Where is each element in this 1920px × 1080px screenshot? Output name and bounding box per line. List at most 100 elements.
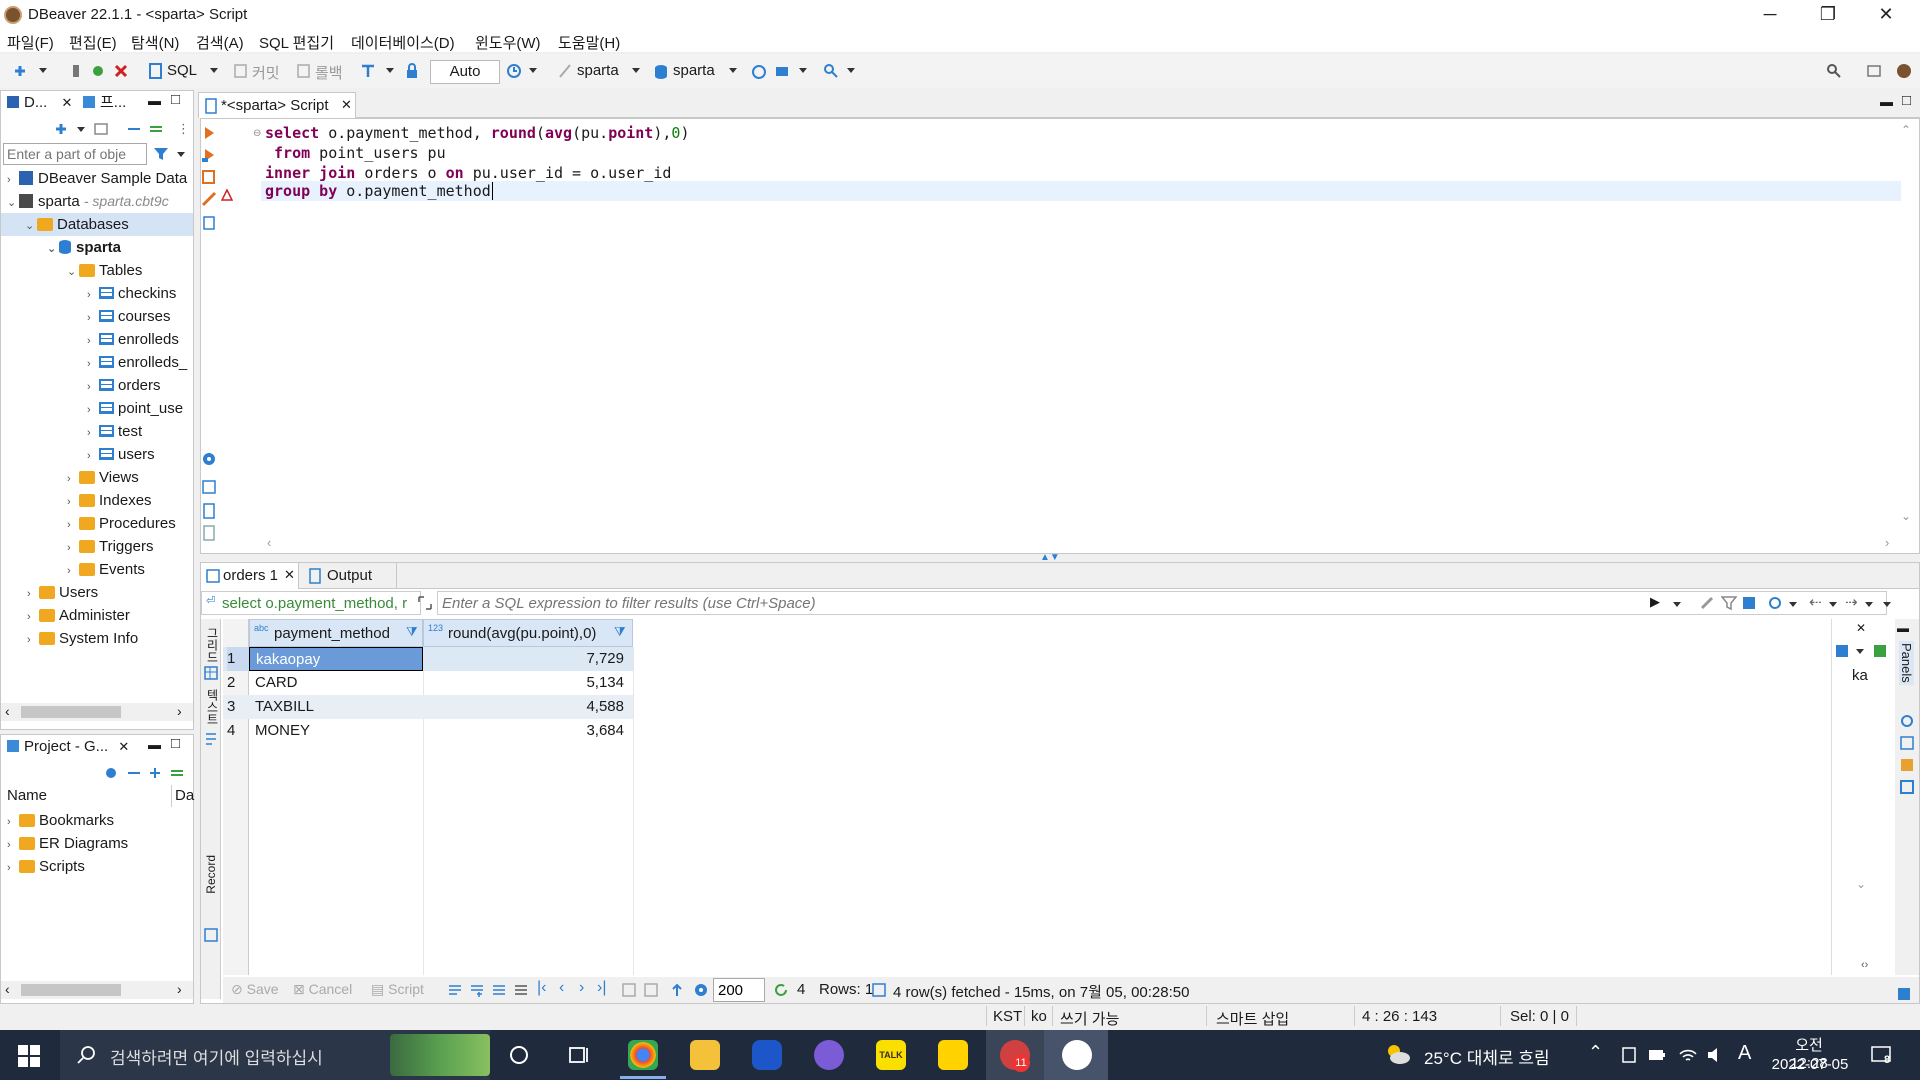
- cell-payment-method[interactable]: CARD: [249, 671, 423, 695]
- cell-payment-method[interactable]: kakaopay: [249, 647, 423, 671]
- script-props-icon[interactable]: [201, 525, 217, 541]
- tree-item-sample-db[interactable]: › DBeaver Sample Data: [7, 167, 187, 190]
- previous-page-icon[interactable]: ‹: [559, 979, 564, 997]
- navigator-horizontal-scrollbar[interactable]: ‹ ›: [1, 703, 193, 721]
- text-view-icon[interactable]: [203, 731, 219, 747]
- load-file-icon[interactable]: [201, 215, 217, 231]
- tree-item-scripts[interactable]: › Scripts: [7, 855, 85, 878]
- new-connection-small-icon[interactable]: [53, 121, 69, 137]
- project-collapse-icon[interactable]: [126, 765, 142, 781]
- column-sort-filter-icon[interactable]: ⧩: [614, 624, 626, 640]
- cell-payment-method[interactable]: MONEY: [249, 719, 423, 743]
- connect-icon[interactable]: [68, 63, 84, 79]
- grid-view-toggle[interactable]: 그리드: [204, 627, 221, 663]
- copy-row-icon[interactable]: [491, 982, 507, 998]
- text-view-toggle[interactable]: 텍스트: [204, 689, 221, 725]
- scroll-up-icon[interactable]: ⌃: [1901, 123, 1911, 137]
- tree-item-sparta-connection[interactable]: ⌄ sparta - sparta.cbt9c: [7, 190, 197, 213]
- close-button[interactable]: ✕: [1857, 0, 1915, 30]
- cell-payment-method[interactable]: TAXBILL: [249, 695, 423, 719]
- chrome-taskbar-icon[interactable]: [628, 1040, 658, 1070]
- results-panel-menu-icon[interactable]: [1896, 986, 1912, 1002]
- expand-icon[interactable]: ›: [87, 284, 99, 307]
- refresh-results-icon[interactable]: [773, 982, 789, 998]
- close-tab-icon[interactable]: ✕: [341, 97, 352, 113]
- tree-item-triggers[interactable]: › Triggers: [67, 535, 153, 558]
- maximize-panel-icon[interactable]: □: [171, 91, 180, 108]
- minimize-editor-icon[interactable]: ▬: [1880, 94, 1893, 109]
- cortana-icon[interactable]: [508, 1044, 530, 1066]
- scroll-left-icon[interactable]: ‹: [267, 535, 271, 550]
- menu-help[interactable]: 도움말(H): [558, 32, 620, 53]
- scroll-right-icon[interactable]: ›: [177, 703, 182, 719]
- filter-dropdown-icon[interactable]: [177, 152, 185, 157]
- last-page-icon[interactable]: ›|: [597, 979, 606, 997]
- collapse-icon[interactable]: ⌄: [47, 238, 59, 261]
- history-dropdown-icon[interactable]: [529, 68, 537, 73]
- dbeaver-perspective-icon[interactable]: [1896, 63, 1912, 79]
- project-link-icon[interactable]: [169, 765, 185, 781]
- view-menu-icon[interactable]: ⋮: [177, 121, 190, 137]
- maximize-button[interactable]: ❐: [1799, 0, 1857, 30]
- expand-icon[interactable]: ›: [67, 514, 79, 537]
- grid-view-icon[interactable]: [203, 665, 219, 681]
- results-settings-icon[interactable]: [693, 982, 709, 998]
- menu-window[interactable]: 윈도우(W): [475, 32, 541, 53]
- tree-item-table-enrolleds-detail[interactable]: › enrolleds_: [87, 351, 187, 374]
- app-taskbar-icon[interactable]: [752, 1040, 782, 1070]
- project-add-icon[interactable]: [147, 765, 163, 781]
- expand-icon[interactable]: ›: [7, 169, 19, 192]
- statistics-icon[interactable]: [871, 982, 887, 998]
- open-perspective-icon[interactable]: [1866, 63, 1882, 79]
- column-header-round-avg[interactable]: 123 round(avg(pu.point),0) ⧩: [423, 619, 633, 647]
- column-sort-filter-icon[interactable]: ⧩: [406, 624, 418, 640]
- expand-icon[interactable]: ›: [67, 537, 79, 560]
- cell-avg-point[interactable]: 7,729: [423, 647, 628, 671]
- transaction-mode-dropdown-icon[interactable]: [386, 68, 394, 73]
- minimize-panels-icon[interactable]: ▬: [1897, 621, 1909, 635]
- sql-dropdown-icon[interactable]: [210, 68, 218, 73]
- taskbar-search-box[interactable]: 검색하려면 여기에 입력하십시: [60, 1030, 490, 1080]
- fetch-size-input[interactable]: [713, 978, 765, 1002]
- filter-history-dropdown-icon[interactable]: [1673, 602, 1681, 607]
- fetch-all-icon[interactable]: [621, 982, 637, 998]
- scrollbar-thumb[interactable]: [21, 706, 121, 718]
- windows-start-icon[interactable]: [18, 1045, 40, 1067]
- close-value-panel-icon[interactable]: ✕: [1856, 621, 1866, 635]
- collapse-frame-icon[interactable]: [93, 121, 109, 137]
- refresh-mode-icon[interactable]: [1767, 595, 1783, 611]
- sql-editor-icon[interactable]: [148, 63, 164, 79]
- tree-item-bookmarks[interactable]: › Bookmarks: [7, 809, 114, 832]
- sticky-notes-taskbar-icon[interactable]: [938, 1040, 968, 1070]
- expand-icon[interactable]: ›: [67, 560, 79, 583]
- tab-database-navigator[interactable]: D... ✕: [1, 91, 75, 115]
- expand-icon[interactable]: ›: [87, 422, 99, 445]
- add-row-icon[interactable]: [469, 982, 485, 998]
- save-results-button[interactable]: ⊘ Save: [231, 981, 279, 998]
- tree-item-table-enrolleds[interactable]: › enrolleds: [87, 328, 179, 351]
- tree-item-events[interactable]: › Events: [67, 558, 145, 581]
- filter-save-icon[interactable]: [1741, 595, 1757, 611]
- minimize-project-panel-icon[interactable]: ▬: [148, 737, 161, 752]
- tree-item-table-test[interactable]: › test: [87, 420, 142, 443]
- datasource-dropdown-icon[interactable]: [632, 68, 640, 73]
- value-viewer-dropdown-icon[interactable]: [1856, 649, 1864, 654]
- menu-sql-editor[interactable]: SQL 편집기: [259, 32, 334, 53]
- panel-metadata-icon[interactable]: [1899, 735, 1915, 751]
- nav-forward-icon[interactable]: ⇢: [1845, 593, 1858, 611]
- expand-icon[interactable]: ›: [87, 330, 99, 353]
- project-settings-icon[interactable]: [103, 765, 119, 781]
- next-page-icon[interactable]: ›: [579, 979, 584, 997]
- save-script-icon[interactable]: [201, 503, 217, 519]
- disconnect-icon[interactable]: [113, 63, 129, 79]
- menu-database[interactable]: 데이터베이스(D): [351, 32, 455, 53]
- delete-row-icon[interactable]: [513, 982, 529, 998]
- new-connection-dropdown-icon[interactable]: [39, 68, 47, 73]
- fetch-next-icon[interactable]: [643, 982, 659, 998]
- link-editor-icon[interactable]: [148, 121, 164, 137]
- close-project-icon[interactable]: ✕: [118, 739, 129, 754]
- expand-icon[interactable]: ›: [7, 834, 19, 857]
- expand-icon[interactable]: ›: [27, 606, 39, 629]
- edit-row-icon[interactable]: [447, 982, 463, 998]
- minimize-button[interactable]: ─: [1741, 0, 1799, 30]
